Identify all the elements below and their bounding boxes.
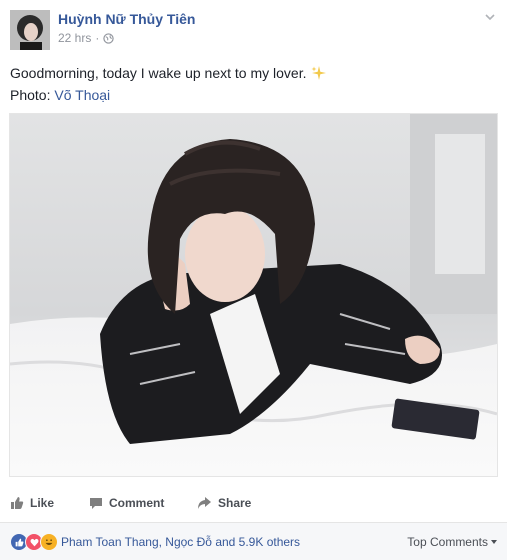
chevron-down-icon[interactable]	[483, 10, 497, 24]
photographer-link[interactable]: Võ Thoại	[54, 87, 110, 103]
reaction-icons[interactable]	[10, 533, 58, 551]
sparkles-icon	[311, 65, 327, 81]
top-comments-label: Top Comments	[407, 535, 488, 549]
photo-credit: Photo: Võ Thoại	[10, 86, 110, 104]
meta-separator: ·	[95, 31, 100, 45]
top-comments-dropdown[interactable]: Top Comments	[407, 535, 497, 549]
author-name[interactable]: Huỳnh Nữ Thủy Tiên	[58, 11, 195, 27]
post-actions: Like Comment Share	[0, 488, 507, 518]
reactions-summary[interactable]: Pham Toan Thang, Ngọc Đỗ and 5.9K others	[61, 535, 300, 549]
avatar[interactable]	[10, 10, 50, 50]
share-icon	[198, 497, 211, 509]
post-body: Goodmorning, today I wake up next to my …	[10, 65, 307, 81]
share-button[interactable]: Share	[197, 496, 251, 510]
credit-prefix: Photo:	[10, 87, 55, 103]
post-photo[interactable]	[9, 113, 498, 477]
thumbs-up-icon	[11, 497, 24, 509]
comment-label: Comment	[109, 496, 165, 510]
comment-button[interactable]: Comment	[89, 496, 164, 510]
facebook-post: Huỳnh Nữ Thủy Tiên 22 hrs · Goodmorning,…	[0, 0, 507, 560]
timestamp[interactable]: 22 hrs	[58, 31, 91, 45]
haha-icon	[40, 533, 58, 551]
globe-icon[interactable]	[103, 32, 115, 44]
post-meta: 22 hrs ·	[58, 31, 115, 45]
like-button[interactable]: Like	[10, 496, 54, 510]
comment-icon	[90, 498, 102, 509]
post-text: Goodmorning, today I wake up next to my …	[10, 64, 327, 82]
share-label: Share	[218, 496, 252, 510]
like-label: Like	[30, 496, 55, 510]
reactions-bar: Pham Toan Thang, Ngọc Đỗ and 5.9K others…	[0, 522, 507, 560]
caret-down-icon	[491, 540, 497, 544]
